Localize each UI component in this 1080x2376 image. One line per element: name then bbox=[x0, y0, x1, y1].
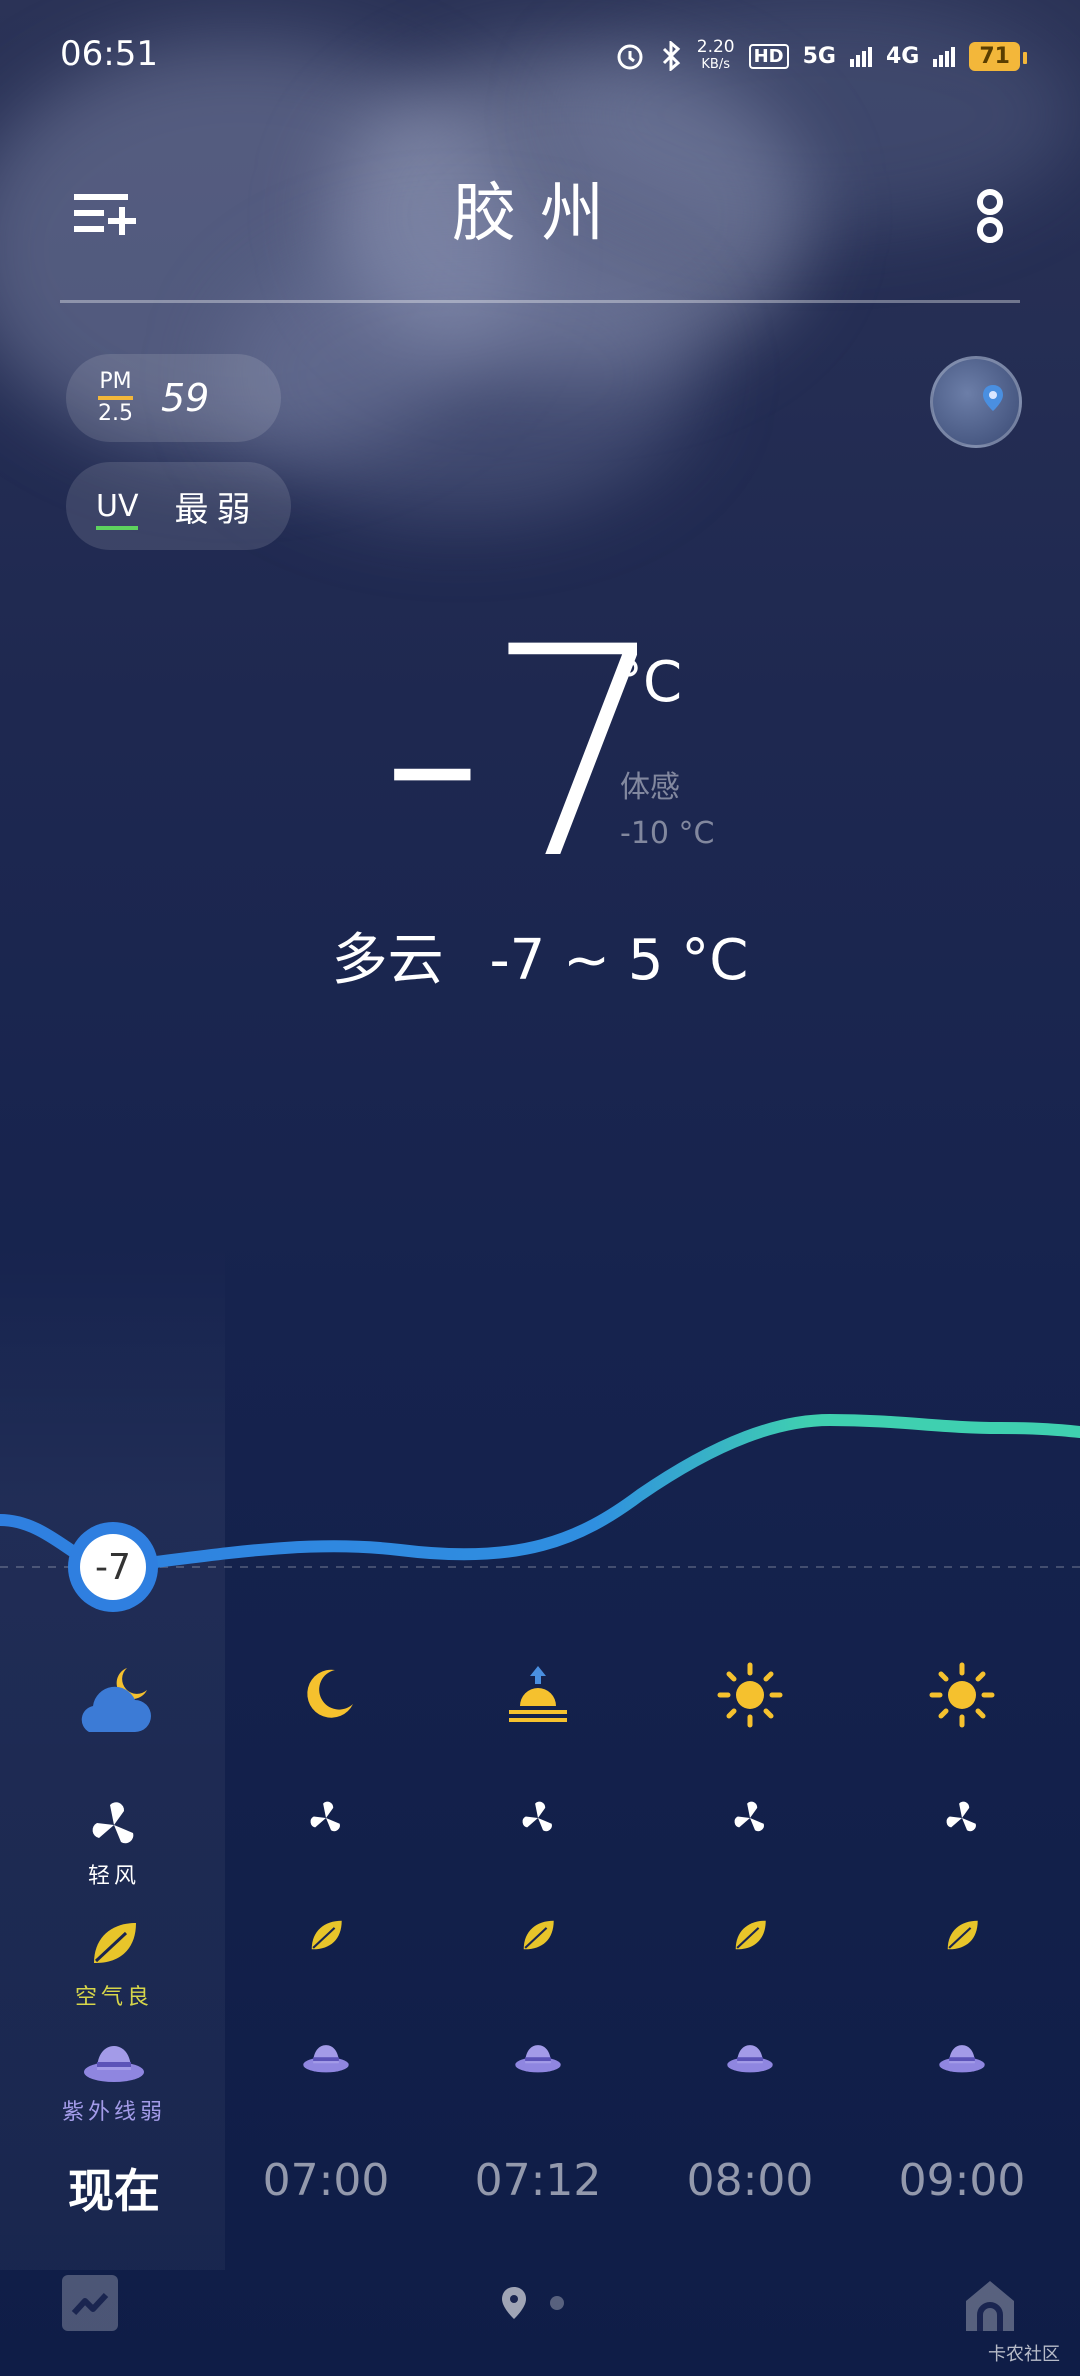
current-temp-marker-value: -7 bbox=[80, 1534, 146, 1600]
city-name[interactable]: 胶州 bbox=[0, 162, 1080, 254]
status-time: 06:51 bbox=[60, 34, 158, 74]
wind-label: 轻风 bbox=[87, 1864, 140, 1889]
top-bar: 胶州 bbox=[0, 150, 1080, 260]
wind-fan-icon bbox=[734, 1801, 764, 1832]
uv-badge[interactable]: UV 最弱 bbox=[66, 462, 291, 550]
leaf-icon bbox=[523, 1920, 554, 1950]
hour-air-0712 bbox=[432, 1915, 644, 2005]
cloud-background bbox=[220, 230, 700, 520]
leaf-icon bbox=[94, 1923, 136, 1963]
wind-fan-icon bbox=[92, 1802, 134, 1844]
city-page-indicator bbox=[500, 2285, 564, 2321]
sunrise-icon bbox=[509, 1666, 567, 1722]
temperature-range: -7 ~ 5 °C bbox=[489, 928, 749, 993]
bluetooth-icon bbox=[662, 41, 680, 71]
trend-chart-button[interactable] bbox=[62, 2275, 118, 2331]
bottom-bar: 卡农社区 bbox=[0, 2265, 1080, 2376]
temperature-curve bbox=[0, 1413, 1080, 1574]
hour-icon-now bbox=[8, 1660, 220, 1740]
hour-wind-0700 bbox=[220, 1800, 432, 1880]
alarm-icon bbox=[617, 44, 643, 70]
status-bar: 06:51 2.20 KB/s HD 5G 4G 71 bbox=[0, 30, 1080, 90]
header-divider bbox=[60, 300, 1020, 303]
hour-icon-0800 bbox=[644, 1660, 856, 1740]
page-dot bbox=[550, 2296, 564, 2310]
location-page-icon bbox=[502, 2287, 526, 2319]
pm25-badge[interactable]: PM 2.5 59 bbox=[66, 354, 281, 442]
hour-icon-0900 bbox=[856, 1660, 1068, 1740]
pm25-value: 59 bbox=[161, 376, 210, 420]
hour-time-0900: 09:00 bbox=[898, 2155, 1026, 2206]
cloudy-night-icon bbox=[81, 1668, 151, 1732]
uv-label: UV bbox=[96, 488, 139, 530]
sun-hat-icon bbox=[303, 2045, 349, 2073]
feels-like-value: -10 °C bbox=[620, 816, 715, 851]
map-location-button[interactable] bbox=[930, 356, 1022, 448]
temperature-unit: °C bbox=[615, 650, 683, 715]
weather-condition: 多云 bbox=[331, 928, 444, 993]
more-options-icon[interactable] bbox=[960, 180, 1020, 250]
network-4g: 4G bbox=[886, 43, 920, 69]
air-quality-label: 空气良 bbox=[74, 1985, 153, 2010]
hour-uv-now: 紫外线弱 bbox=[8, 2040, 220, 2130]
network-5g: 5G bbox=[802, 43, 836, 69]
hour-air-now: 空气良 bbox=[8, 1915, 220, 2010]
weather-summary: 多云 -7 ~ 5 °C bbox=[0, 915, 1080, 996]
hour-time-0700: 07:00 bbox=[262, 2155, 390, 2206]
hour-air-0900 bbox=[856, 1915, 1068, 2005]
sun-hat-icon bbox=[727, 2045, 773, 2073]
hour-icon-0700 bbox=[220, 1660, 432, 1740]
uv-index-label: 紫外线弱 bbox=[61, 2100, 166, 2125]
sun-icon bbox=[929, 1662, 995, 1728]
hour-air-0800 bbox=[644, 1915, 856, 2005]
feels-like: 体感 -10 °C bbox=[620, 765, 714, 857]
hour-time-0800: 08:00 bbox=[686, 2155, 814, 2206]
hour-uv-0700 bbox=[220, 2040, 432, 2130]
signal-5g-icon bbox=[850, 45, 872, 67]
hour-uv-0900 bbox=[856, 2040, 1068, 2130]
hour-air-0700 bbox=[220, 1915, 432, 2005]
hour-wind-now: 轻风 bbox=[8, 1800, 220, 1889]
hour-icon-0712 bbox=[432, 1660, 644, 1740]
hour-uv-0800 bbox=[644, 2040, 856, 2130]
hour-wind-0712 bbox=[432, 1800, 644, 1880]
hour-wind-0900 bbox=[856, 1800, 1068, 1880]
leaf-icon bbox=[735, 1920, 766, 1950]
hd-badge: HD bbox=[748, 43, 789, 69]
moon-icon bbox=[307, 1669, 353, 1718]
trend-chart-icon bbox=[71, 2292, 109, 2316]
leaf-icon bbox=[947, 1920, 978, 1950]
location-pin-icon bbox=[983, 385, 1003, 411]
feels-like-label: 体感 bbox=[620, 770, 680, 805]
signal-4g-icon bbox=[933, 45, 956, 67]
current-temp-marker: -7 bbox=[68, 1522, 158, 1612]
uv-value: 最弱 bbox=[174, 489, 259, 530]
hour-uv-0712 bbox=[432, 2040, 644, 2130]
leaf-icon bbox=[311, 1920, 342, 1950]
wind-fan-icon bbox=[310, 1801, 340, 1832]
pm25-label: PM 2.5 bbox=[98, 369, 133, 426]
sun-hat-icon bbox=[939, 2045, 985, 2073]
home-arch-icon bbox=[966, 2281, 1014, 2331]
hour-time-now: 现在 bbox=[68, 2164, 160, 2218]
sun-icon bbox=[717, 1662, 783, 1728]
home-button[interactable] bbox=[960, 2275, 1020, 2335]
network-speed: 2.20 KB/s bbox=[696, 37, 735, 72]
wind-fan-icon bbox=[522, 1801, 552, 1832]
sun-hat-icon bbox=[515, 2045, 561, 2073]
hour-time-0712: 07:12 bbox=[474, 2155, 602, 2206]
watermark: 卡农社区 bbox=[988, 2344, 1060, 2365]
sun-hat-icon bbox=[84, 2046, 144, 2082]
hour-wind-0800 bbox=[644, 1800, 856, 1880]
battery-icon: 71 bbox=[969, 41, 1027, 71]
wind-fan-icon bbox=[946, 1801, 976, 1832]
